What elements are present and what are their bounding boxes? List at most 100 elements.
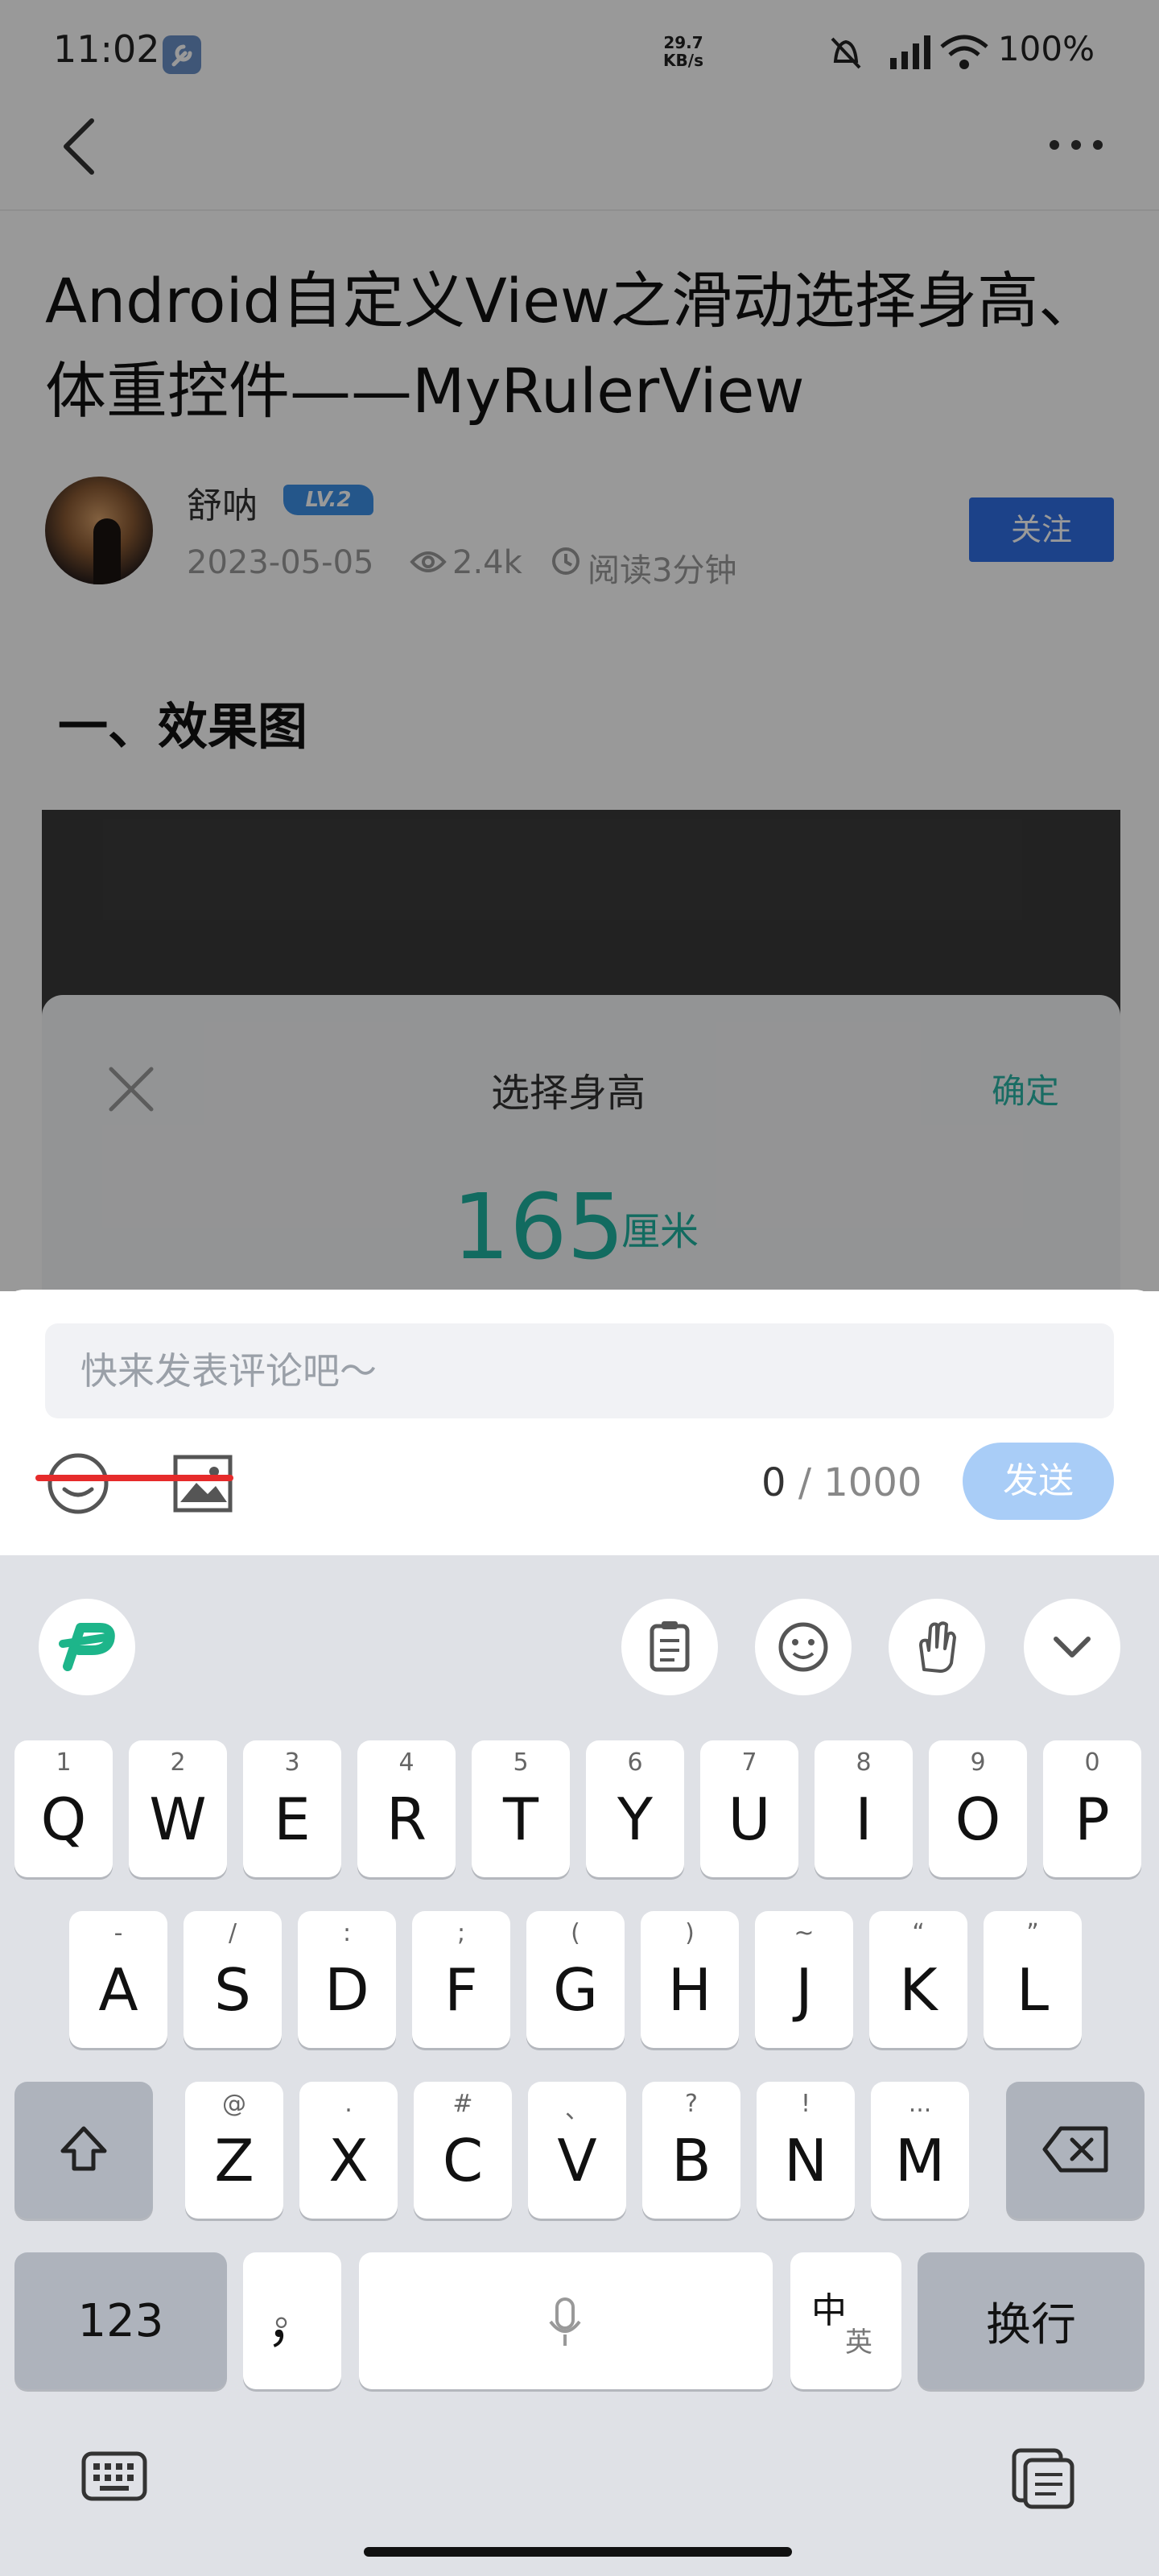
key-v[interactable]: 、 V <box>528 2082 626 2219</box>
key-sub-label: ” <box>1026 1919 1039 1947</box>
emoji-icon[interactable] <box>45 1451 111 1517</box>
key-main-label: M <box>894 2127 946 2194</box>
key-main-label: X <box>328 2127 369 2194</box>
clipboard-icon[interactable] <box>621 1599 718 1695</box>
red-strike-line <box>35 1475 233 1481</box>
comma-key[interactable]: 。 ， <box>243 2252 341 2389</box>
key-u[interactable]: 7U <box>700 1740 798 1877</box>
key-main-label: C <box>442 2127 484 2194</box>
keyboard <box>0 1555 1159 2576</box>
key-main-label: W <box>149 1785 207 1853</box>
key-sub-label: 3 <box>284 1748 300 1777</box>
key-z[interactable]: @ Z <box>185 2082 283 2219</box>
key-sub-label: . <box>344 2090 353 2118</box>
key-main-label: J <box>795 1956 813 2024</box>
enter-key[interactable]: 换行 <box>918 2252 1145 2389</box>
key-j[interactable]: ~ J <box>755 1911 853 2048</box>
sticker-icon[interactable] <box>755 1599 852 1695</box>
key-sub-label: / <box>228 1919 237 1947</box>
key-sub-label: 、 <box>565 2096 589 2124</box>
key-sub-label: 8 <box>856 1748 872 1777</box>
key-sub-label: 7 <box>741 1748 757 1777</box>
key-sub-label: 2 <box>170 1748 186 1777</box>
key-main-label: A <box>98 1956 138 2024</box>
key-g[interactable]: (G <box>526 1911 625 2048</box>
image-icon[interactable] <box>172 1454 233 1513</box>
key-main-label: T <box>503 1785 538 1853</box>
key-d[interactable]: :D <box>298 1911 396 2048</box>
key-sub-label: ... <box>908 2090 932 2118</box>
key-e[interactable]: 3E <box>243 1740 341 1877</box>
key-sub-label: 6 <box>627 1748 643 1777</box>
key-o[interactable]: 9O <box>929 1740 1027 1877</box>
key-main-label: P <box>1074 1785 1110 1853</box>
key-main-label: O <box>955 1785 1001 1853</box>
key-sub-label: ! <box>800 2090 811 2118</box>
key-sub-label: 9 <box>970 1748 986 1777</box>
key-main-label: G <box>553 1956 598 2024</box>
key-main-label: D <box>324 1956 369 2024</box>
home-indicator[interactable] <box>364 2547 792 2557</box>
key-sub-label: - <box>113 1919 123 1947</box>
key-main-label: Q <box>40 1785 87 1853</box>
key-main-label: Y <box>617 1785 653 1853</box>
ime-logo-icon[interactable] <box>39 1599 135 1695</box>
language-switch-key[interactable]: 中 英 <box>790 2252 901 2389</box>
space-key[interactable] <box>359 2252 773 2389</box>
key-sub-label: ( <box>571 1919 580 1947</box>
key-sub-label: 4 <box>398 1748 415 1777</box>
key-main-label: K <box>899 1956 938 2024</box>
gesture-icon[interactable] <box>889 1599 985 1695</box>
key-main-label: I <box>855 1785 872 1853</box>
key-main-label: L <box>1016 1956 1050 2024</box>
backspace-key[interactable] <box>1006 2082 1145 2219</box>
key-sub-label: ? <box>685 2090 698 2118</box>
key-c[interactable]: # C <box>414 2082 512 2219</box>
key-sub-label: 0 <box>1084 1748 1100 1777</box>
key-main-label: B <box>671 2127 711 2194</box>
key-sub-label: : <box>342 1919 352 1947</box>
key-sub-label: @ <box>222 2090 246 2118</box>
key-sub-label: “ <box>912 1919 925 1947</box>
key-x[interactable]: .X <box>299 2082 398 2219</box>
key-i[interactable]: 8I <box>815 1740 913 1877</box>
key-sub-label: 1 <box>56 1748 72 1777</box>
key-main-label: R <box>386 1785 427 1853</box>
dim-overlay[interactable] <box>0 0 1159 1291</box>
key-sub-label: # <box>452 2090 473 2118</box>
key-main-label: Z <box>214 2127 254 2194</box>
key-s[interactable]: / S <box>184 1911 282 2048</box>
key-sub-label: ~ <box>794 1919 815 1947</box>
key-l[interactable]: ” L <box>984 1911 1082 2048</box>
key-q[interactable]: 1Q <box>14 1740 113 1877</box>
char-counter: 0 / 1000 <box>761 1460 922 1505</box>
key-y[interactable]: 6Y <box>586 1740 684 1877</box>
key-h[interactable]: ) H <box>641 1911 739 2048</box>
keyboard-icon[interactable] <box>80 2442 148 2510</box>
numbers-key[interactable]: 123 <box>14 2252 227 2389</box>
key-a[interactable]: -A <box>69 1911 167 2048</box>
key-w[interactable]: 2W <box>129 1740 227 1877</box>
key-f[interactable]: ; F <box>412 1911 510 2048</box>
key-r[interactable]: 4R <box>357 1740 456 1877</box>
send-button[interactable]: 发送 <box>963 1443 1114 1520</box>
key-m[interactable]: ... M <box>871 2082 969 2219</box>
key-b[interactable]: ? B <box>642 2082 740 2219</box>
shift-key[interactable] <box>14 2082 153 2219</box>
clipboard-switch-icon[interactable] <box>1009 2442 1077 2510</box>
key-sub-label: ) <box>685 1919 695 1947</box>
key-p[interactable]: 0P <box>1043 1740 1141 1877</box>
key-n[interactable]: ! N <box>757 2082 855 2219</box>
key-main-label: F <box>444 1956 478 2024</box>
key-main-label: N <box>784 2127 827 2194</box>
key-main-label: S <box>214 1956 251 2024</box>
key-t[interactable]: 5T <box>472 1740 570 1877</box>
key-main-label: U <box>728 1785 771 1853</box>
key-main-label: H <box>667 1956 712 2024</box>
chevron-down-icon[interactable] <box>1024 1599 1120 1695</box>
key-sub-label: 5 <box>513 1748 529 1777</box>
key-main-label: V <box>557 2127 597 2194</box>
key-k[interactable]: “K <box>869 1911 967 2048</box>
comment-input[interactable] <box>45 1323 1114 1418</box>
key-main-label: E <box>274 1785 311 1853</box>
